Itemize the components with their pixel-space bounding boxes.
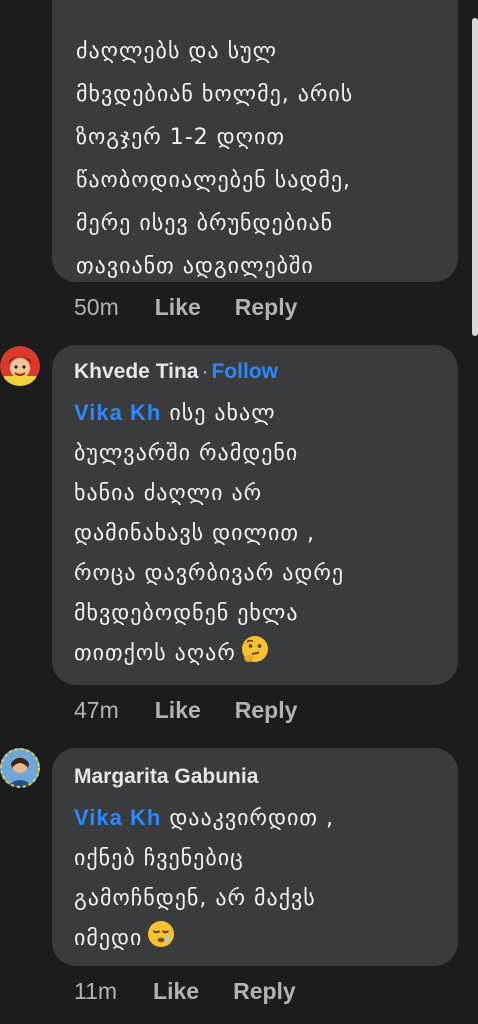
comment-line: Vika Kh ისე ახალ (74, 393, 434, 434)
comment-text: თითქოს აღარ (74, 641, 236, 666)
comment-line: მხვდებოდნენ ეხლა (74, 601, 299, 626)
reply-button[interactable]: Reply (235, 697, 298, 724)
comment-line: იქნებ ჩვენებიც (74, 846, 244, 871)
comment-line: იმედი (74, 919, 434, 963)
thinking-face-icon (240, 634, 270, 678)
comment-line: ძაღლებს და სულ (76, 39, 277, 64)
comment-time: 11m (74, 978, 118, 1004)
comment-header: Margarita Gabunia (74, 762, 434, 792)
comment-line: მხვდებიან ხოლმე, არის (76, 82, 354, 107)
comment-time: 50m (74, 294, 119, 320)
comment-time: 47m (74, 697, 119, 723)
like-button[interactable]: Like (155, 294, 201, 321)
comment-line: წაობოდიალებენ სადმე, (76, 168, 352, 193)
comment-line: ხანია ძაღლი არ (74, 481, 263, 506)
mention-link[interactable]: Vika Kh (74, 400, 161, 425)
comment-actions-3: 11m Like Reply (74, 978, 330, 1005)
comments-page: ძაღლებს და სულ მხვდებიან ხოლმე, არის ზოგ… (0, 0, 478, 1024)
comment-bubble-2: Khvede Tina · Follow Vika Kh ისე ახალ ბულვ… (52, 345, 458, 685)
comment-line: ზოგჯერ 1-2 დღით (76, 125, 285, 150)
avatar[interactable] (0, 748, 40, 788)
comment-actions-1: 50m Like Reply (74, 294, 331, 321)
comment-line: ბულვარში რამდენი (74, 441, 299, 466)
comment-body: ძაღლებს და სულ მხვდებიან ხოლმე, არის ზოგ… (76, 30, 434, 288)
scrollbar[interactable] (472, 18, 478, 336)
mention-link[interactable]: Vika Kh (74, 805, 161, 830)
follow-link[interactable]: Follow (211, 360, 278, 383)
comment-actions-2: 47m Like Reply (74, 697, 331, 724)
comment-line: თითქოს აღარ (74, 634, 434, 678)
comment-line: Vika Kh დააკვირდით , (74, 798, 434, 839)
comment-body: Vika Kh ისე ახალ ბულვარში რამდენი ხანია … (74, 393, 434, 678)
comment-line: გამოჩნდენ, არ მაქვს (74, 886, 316, 911)
comment-line: დამინახავს დილით , (74, 521, 315, 546)
reply-button[interactable]: Reply (235, 294, 298, 321)
comment-bubble-3: Margarita Gabunia Vika Kh დააკვირდით , ი… (52, 748, 458, 966)
comment-text: დააკვირდით , (169, 806, 335, 831)
comment-line: როცა დავრბივარ ადრე (74, 561, 345, 586)
author-name[interactable]: Khvede Tina (74, 360, 198, 383)
comment-line: მერე ისევ ბრუნდებიან (76, 211, 334, 236)
like-button[interactable]: Like (155, 697, 201, 724)
sleepy-face-icon (146, 919, 176, 963)
comment-line: თავიანთ ადგილებში (76, 254, 314, 279)
comment-body: Vika Kh დააკვირდით , იქნებ ჩვენებიც გამო… (74, 798, 434, 963)
separator-dot: · (201, 360, 209, 383)
reply-button[interactable]: Reply (233, 978, 296, 1005)
like-button[interactable]: Like (153, 978, 199, 1005)
comment-header: Khvede Tina · Follow (74, 357, 434, 387)
comment-text: იმედი (74, 926, 143, 951)
comment-text: ისე ახალ (169, 401, 276, 426)
author-name[interactable]: Margarita Gabunia (74, 765, 258, 788)
comment-bubble-1: ძაღლებს და სულ მხვდებიან ხოლმე, არის ზოგ… (52, 0, 458, 282)
avatar[interactable] (0, 346, 40, 386)
